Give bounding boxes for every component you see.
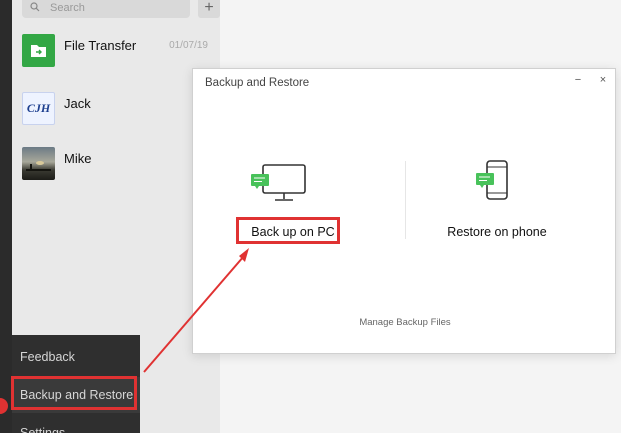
- left-nav-rail: [0, 0, 12, 433]
- menu-item-settings[interactable]: Settings: [12, 415, 140, 433]
- close-button[interactable]: ×: [595, 72, 611, 88]
- restore-on-phone-label: Restore on phone: [447, 225, 547, 239]
- search-box[interactable]: [22, 0, 190, 18]
- chat-name: File Transfer: [64, 38, 137, 53]
- chat-item-jack[interactable]: CJH Jack: [12, 84, 220, 140]
- search-input[interactable]: [50, 1, 180, 15]
- restore-on-phone-option[interactable]: Restore on phone: [427, 159, 567, 249]
- backup-highlight-box: [236, 217, 340, 244]
- phone-icon: [476, 160, 508, 200]
- cjh-logo-avatar: CJH: [22, 92, 55, 125]
- chat-item-file-transfer[interactable]: File Transfer 01/07/19: [12, 26, 220, 82]
- chat-date: 01/07/19: [169, 40, 208, 51]
- file-transfer-icon: [22, 34, 55, 67]
- backup-restore-dialog: Backup and Restore − × Back up on PC Res…: [192, 68, 616, 354]
- pc-monitor-icon: [251, 164, 306, 201]
- menu-highlight-box: [11, 376, 137, 410]
- add-button[interactable]: +: [198, 0, 220, 18]
- manage-backup-files-link[interactable]: Manage Backup Files: [193, 317, 617, 328]
- minimize-button[interactable]: −: [570, 72, 586, 88]
- cjh-logo-text: CJH: [26, 101, 51, 115]
- sunset-photo-avatar: [22, 147, 55, 180]
- chat-name: Mike: [64, 151, 92, 166]
- options-divider: [405, 161, 406, 239]
- chat-item-mike[interactable]: Mike: [12, 139, 220, 195]
- search-icon: [30, 2, 40, 12]
- dialog-title: Backup and Restore: [205, 77, 310, 89]
- menu-item-feedback[interactable]: Feedback: [12, 339, 140, 375]
- chat-name: Jack: [64, 96, 91, 111]
